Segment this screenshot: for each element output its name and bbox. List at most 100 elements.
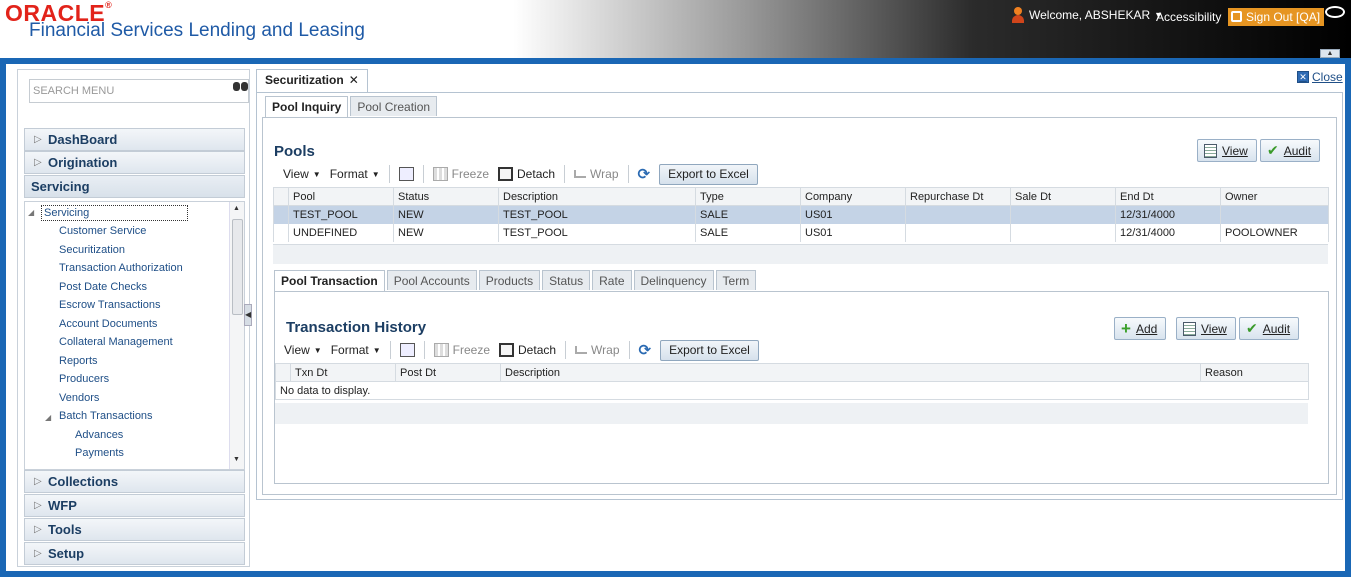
pools-freeze-button[interactable]: Freeze xyxy=(432,167,490,181)
accessibility-link[interactable]: Accessibility xyxy=(1156,10,1221,24)
transactions-refresh-button[interactable]: ⟳ xyxy=(639,341,652,359)
column-header-repurchase-dt[interactable]: Repurchase Dt xyxy=(905,187,1011,206)
tree-item-escrow-transactions[interactable]: Escrow Transactions xyxy=(59,299,160,311)
table-row[interactable]: TEST_POOL NEW TEST_POOL SALE US01 12/31/… xyxy=(273,205,1329,224)
nav-dashboard[interactable]: ▷ DashBoard xyxy=(24,128,245,151)
pools-table-footer xyxy=(273,244,1328,264)
transactions-query-icon-button[interactable] xyxy=(399,343,415,357)
help-icon[interactable] xyxy=(1325,6,1345,18)
nav-origination[interactable]: ▷ Origination xyxy=(24,151,245,174)
pools-export-button[interactable]: Export to Excel xyxy=(659,163,758,185)
scrollbar-thumb[interactable] xyxy=(232,219,243,315)
freeze-label: Freeze xyxy=(451,167,490,181)
transactions-wrap-button[interactable]: Wrap xyxy=(575,343,620,357)
tab-term[interactable]: Term xyxy=(715,270,757,290)
view-icon xyxy=(1183,321,1196,336)
tree-item-payments[interactable]: Payments xyxy=(75,447,124,459)
column-header-post-dt[interactable]: Post Dt xyxy=(395,363,501,382)
pools-view-label: View xyxy=(1222,143,1248,158)
pools-detach-button[interactable]: Detach xyxy=(498,167,555,181)
tab-pool-inquiry[interactable]: Pool Inquiry xyxy=(265,96,349,117)
pool-inquiry-panel: Pools View ✔ Audit View ▼ Format ▼ Freeze D… xyxy=(262,117,1337,495)
pools-query-icon-button[interactable] xyxy=(398,167,414,181)
transactions-freeze-button[interactable]: Freeze xyxy=(433,343,490,357)
tree-item-transaction-authorization[interactable]: Transaction Authorization xyxy=(59,262,183,274)
collapse-nav-button[interactable]: ◀ xyxy=(244,304,252,326)
tree-scrollbar[interactable]: ▲ ▼ xyxy=(229,202,244,469)
empty-message: No data to display. xyxy=(275,381,1309,400)
search-icon[interactable] xyxy=(232,80,250,94)
tree-item-producers[interactable]: Producers xyxy=(59,373,109,385)
tree-item-batch-transactions[interactable]: Batch Transactions xyxy=(59,410,153,422)
column-header-type[interactable]: Type xyxy=(695,187,801,206)
nav-servicing[interactable]: Servicing xyxy=(24,175,245,198)
tab-securitization[interactable]: Securitization ✕ xyxy=(256,69,368,92)
tree-item-reports[interactable]: Reports xyxy=(59,355,98,367)
column-header-owner[interactable]: Owner xyxy=(1220,187,1329,206)
row-selector[interactable] xyxy=(273,223,289,242)
column-header-description[interactable]: Description xyxy=(498,187,696,206)
tree-item-vendors[interactable]: Vendors xyxy=(59,392,99,404)
column-header-sale-dt[interactable]: Sale Dt xyxy=(1010,187,1116,206)
tree-item-collateral-management[interactable]: Collateral Management xyxy=(59,336,173,348)
table-row[interactable]: UNDEFINED NEW TEST_POOL SALE US01 12/31/… xyxy=(273,223,1329,242)
nav-setup[interactable]: ▷ Setup xyxy=(24,542,245,565)
nav-collections[interactable]: ▷ Collections xyxy=(24,470,245,493)
tree-item-advances[interactable]: Advances xyxy=(75,429,123,441)
tab-status[interactable]: Status xyxy=(542,270,591,290)
nav-wfp[interactable]: ▷ WFP xyxy=(24,494,245,517)
tab-pool-creation[interactable]: Pool Creation xyxy=(350,96,438,116)
transactions-table: Txn Dt Post Dt Description Reason No dat… xyxy=(275,363,1309,400)
pools-view-button[interactable]: View xyxy=(1197,139,1257,162)
tab-pool-transaction[interactable]: Pool Transaction xyxy=(274,270,385,291)
column-header-pool[interactable]: Pool xyxy=(288,187,394,206)
table-cell: 12/31/4000 xyxy=(1115,223,1221,242)
expanded-icon[interactable]: ◢ xyxy=(28,208,34,217)
column-header-end-dt[interactable]: End Dt xyxy=(1115,187,1221,206)
pools-audit-button[interactable]: ✔ Audit xyxy=(1260,139,1321,162)
collapse-header-button[interactable]: ▲ xyxy=(1320,49,1340,58)
tab-securitization-label: Securitization xyxy=(265,73,344,87)
transactions-view-button[interactable]: View xyxy=(1176,317,1236,340)
tree-item-servicing[interactable]: Servicing xyxy=(41,205,188,221)
nav-tools[interactable]: ▷ Tools xyxy=(24,518,245,541)
wrap-label: Wrap xyxy=(590,167,619,181)
transactions-audit-button[interactable]: ✔ Audit xyxy=(1239,317,1300,340)
tab-pool-accounts[interactable]: Pool Accounts xyxy=(386,270,477,290)
tree-item-account-documents[interactable]: Account Documents xyxy=(59,318,157,330)
pools-refresh-button[interactable]: ⟳ xyxy=(638,165,651,183)
tree-item-customer-service[interactable]: Customer Service xyxy=(59,225,146,237)
tree-item-post-date-checks[interactable]: Post Date Checks xyxy=(59,281,147,293)
column-header-company[interactable]: Company xyxy=(800,187,906,206)
tab-rate[interactable]: Rate xyxy=(592,270,632,290)
sign-out-button[interactable]: Sign Out [QA] xyxy=(1228,8,1325,26)
search-menu-input[interactable]: SEARCH MENU xyxy=(29,79,249,103)
chevron-down-icon: ▼ xyxy=(313,345,322,355)
pools-format-menu[interactable]: Format ▼ xyxy=(330,167,380,181)
plus-icon: + xyxy=(1121,318,1131,338)
column-header-description[interactable]: Description xyxy=(500,363,1201,382)
pools-view-menu[interactable]: View ▼ xyxy=(283,167,321,181)
tab-delinquency[interactable]: Delinquency xyxy=(633,270,714,290)
expanded-icon[interactable]: ◢ xyxy=(45,413,51,422)
transactions-add-button[interactable]: + Add xyxy=(1114,317,1167,340)
transactions-detach-button[interactable]: Detach xyxy=(499,343,556,357)
column-header-txn-dt[interactable]: Txn Dt xyxy=(290,363,396,382)
user-menu[interactable]: Welcome, ABSHEKAR ▼ xyxy=(1011,7,1163,23)
close-link[interactable]: ✕ Close xyxy=(1297,70,1343,84)
column-header-status[interactable]: Status xyxy=(393,187,499,206)
row-selector[interactable] xyxy=(273,205,289,224)
transactions-view-menu[interactable]: View ▼ xyxy=(284,343,322,357)
column-header-reason[interactable]: Reason xyxy=(1200,363,1309,382)
tab-products[interactable]: Products xyxy=(478,270,541,290)
pools-wrap-button[interactable]: Wrap xyxy=(574,167,619,181)
nav-setup-label: Setup xyxy=(48,546,85,561)
close-tab-icon[interactable]: ✕ xyxy=(349,73,359,87)
transactions-export-button[interactable]: Export to Excel xyxy=(660,339,759,361)
scroll-up-icon[interactable]: ▲ xyxy=(233,205,240,212)
table-cell xyxy=(1220,205,1329,224)
tree-item-securitization[interactable]: Securitization xyxy=(59,244,125,256)
chevron-right-icon: ▷ xyxy=(34,157,42,168)
transactions-format-menu[interactable]: Format ▼ xyxy=(331,343,381,357)
scroll-down-icon[interactable]: ▼ xyxy=(233,456,240,463)
